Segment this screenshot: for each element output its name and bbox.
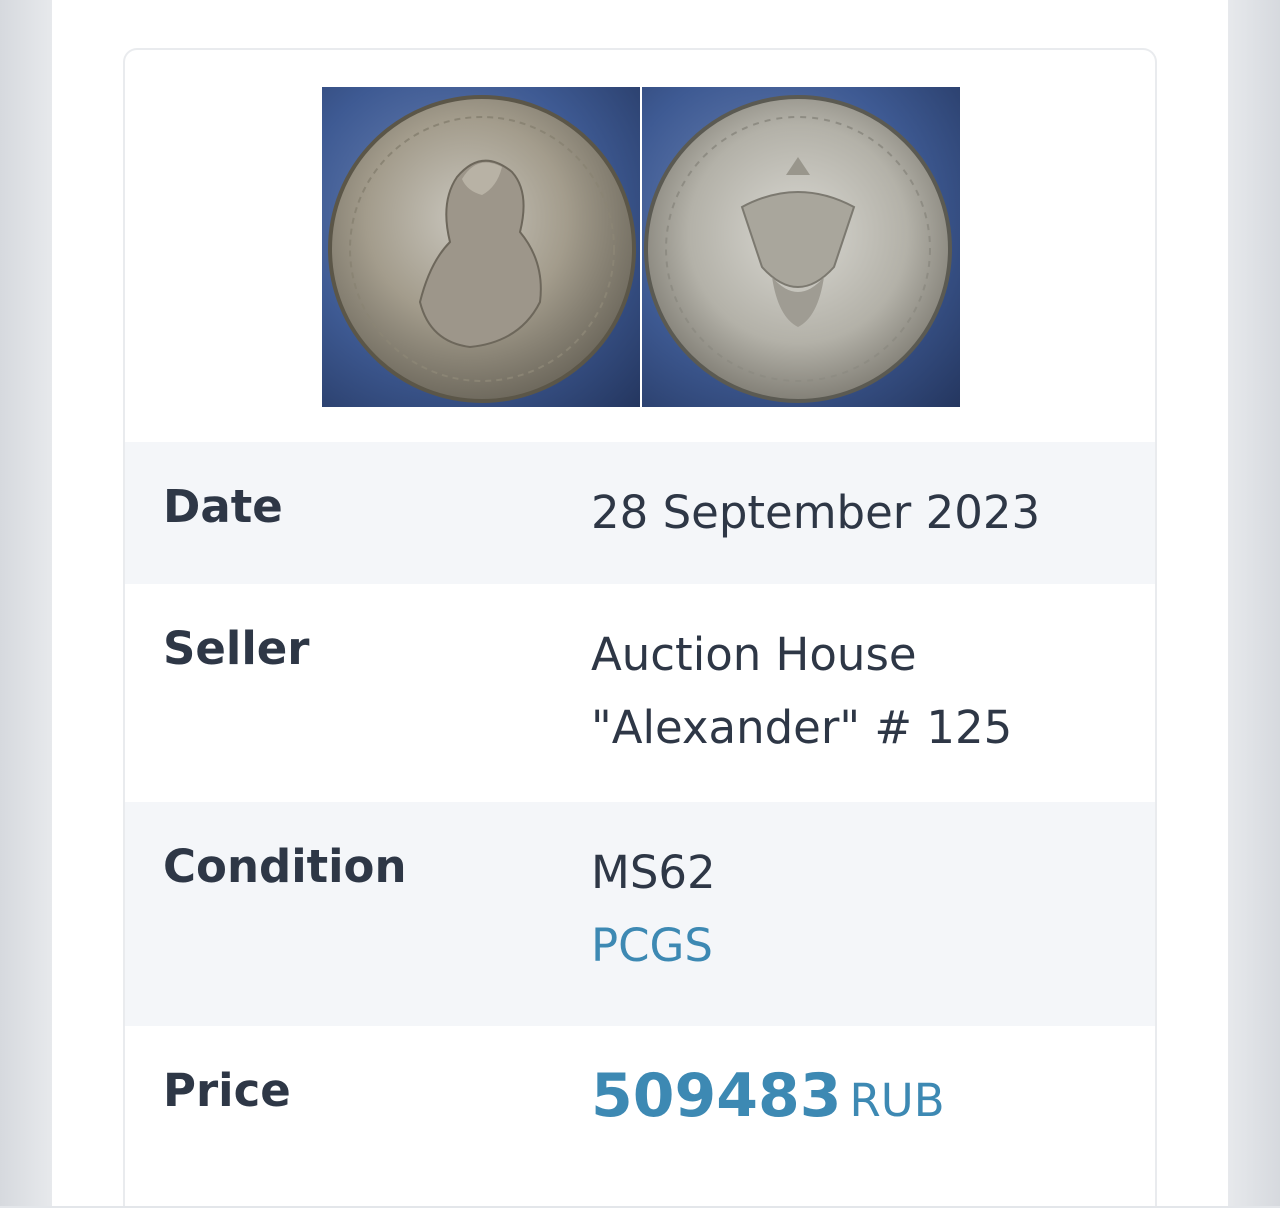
condition-label: Condition bbox=[163, 840, 407, 893]
price-label: Price bbox=[163, 1064, 291, 1117]
background-right bbox=[1228, 0, 1280, 1206]
seller-value-line-2: "Alexander" # 125 bbox=[591, 701, 1013, 754]
seller-label: Seller bbox=[163, 622, 310, 675]
lot-card: Date 28 September 2023 Seller Auction Ho… bbox=[123, 48, 1157, 1206]
price-currency: RUB bbox=[849, 1074, 945, 1127]
price-value: 509483 RUB bbox=[591, 1060, 945, 1137]
condition-value: MS62 PCGS bbox=[591, 836, 716, 982]
lot-details: Date 28 September 2023 Seller Auction Ho… bbox=[125, 442, 1155, 1208]
condition-grade: MS62 bbox=[591, 846, 716, 899]
seller-value-line-1: Auction House bbox=[591, 628, 917, 681]
background-left bbox=[0, 0, 52, 1206]
price-amount: 509483 bbox=[591, 1061, 842, 1131]
seller-value: Auction House "Alexander" # 125 bbox=[591, 618, 1012, 764]
row-seller: Seller Auction House "Alexander" # 125 bbox=[125, 584, 1155, 802]
coin-reverse-image[interactable] bbox=[642, 87, 960, 407]
coin-obverse-image[interactable] bbox=[322, 87, 640, 407]
coin-images[interactable] bbox=[322, 87, 960, 407]
date-label: Date bbox=[163, 480, 283, 533]
row-price: Price 509483 RUB bbox=[125, 1026, 1155, 1208]
date-value: 28 September 2023 bbox=[591, 486, 1041, 539]
grader-link[interactable]: PCGS bbox=[591, 909, 716, 982]
row-condition: Condition MS62 PCGS bbox=[125, 802, 1155, 1026]
row-date: Date 28 September 2023 bbox=[125, 442, 1155, 584]
page: Date 28 September 2023 Seller Auction Ho… bbox=[52, 0, 1228, 1206]
